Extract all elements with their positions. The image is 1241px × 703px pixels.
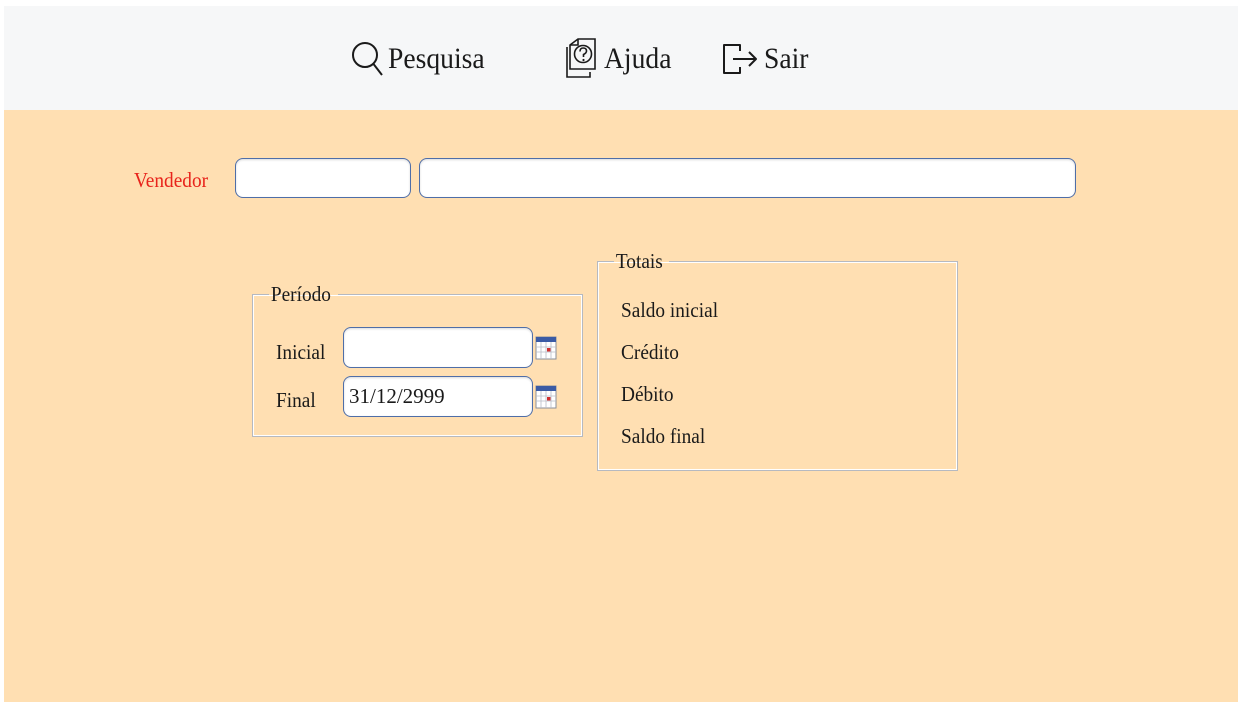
search-icon [352, 42, 383, 76]
periodo-legend: Período [270, 282, 331, 306]
credito-label: Crédito [621, 340, 679, 364]
totais-legend: Totais [615, 249, 663, 273]
toolbar: Pesquisa Ajuda Sair [4, 6, 1238, 110]
exit-button-label: Sair [764, 42, 809, 75]
form-area: Vendedor Período Inicial Final Totais Sa… [4, 110, 1238, 702]
help-button[interactable]: Ajuda [564, 36, 677, 82]
vendedor-name-input[interactable] [419, 158, 1076, 198]
help-button-label: Ajuda [604, 42, 672, 75]
help-icon [566, 38, 596, 78]
saldo-final-label: Saldo final [621, 424, 706, 448]
final-calendar-icon[interactable] [535, 385, 557, 409]
final-date-input[interactable] [343, 376, 533, 417]
vendedor-code-input[interactable] [235, 158, 411, 198]
inicial-calendar-icon[interactable] [535, 336, 557, 360]
debito-label: Débito [621, 382, 674, 406]
exit-icon [723, 44, 757, 74]
final-label: Final [276, 388, 316, 412]
inicial-date-input[interactable] [343, 327, 533, 368]
search-button-label: Pesquisa [388, 42, 485, 75]
search-button[interactable]: Pesquisa [350, 36, 493, 82]
inicial-label: Inicial [276, 340, 326, 364]
exit-button[interactable]: Sair [720, 36, 812, 82]
vendedor-label: Vendedor [134, 168, 209, 192]
saldo-inicial-label: Saldo inicial [621, 298, 719, 322]
